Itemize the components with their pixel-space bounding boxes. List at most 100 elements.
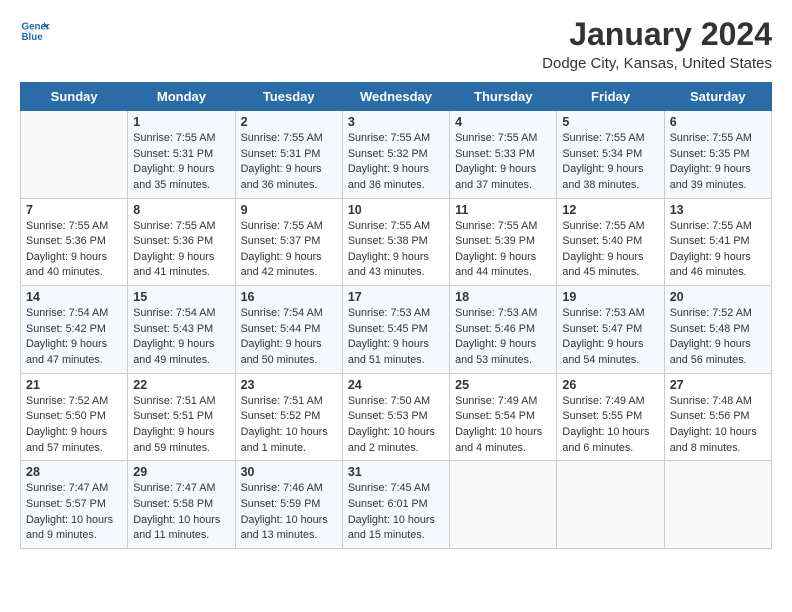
calendar-cell: 13 Sunrise: 7:55 AMSunset: 5:41 PMDayligh… bbox=[664, 198, 771, 286]
day-number: 9 bbox=[241, 203, 337, 217]
day-number: 25 bbox=[455, 378, 551, 392]
calendar-cell: 6Sunrise: 7:55 AMSunset: 5:35 PMDaylight… bbox=[664, 111, 771, 199]
calendar-week-row: 14 Sunrise: 7:54 AMSunset: 5:42 PMDayligh… bbox=[21, 286, 772, 374]
calendar-cell: 18 Sunrise: 7:53 AMSunset: 5:46 PMDayligh… bbox=[450, 286, 557, 374]
day-number: 19 bbox=[562, 290, 658, 304]
day-number: 14 bbox=[26, 290, 122, 304]
day-info: Sunrise: 7:55 AMSunset: 5:36 PMDaylight:… bbox=[26, 219, 122, 282]
day-info: Sunrise: 7:55 AMSunset: 5:35 PMDaylight:… bbox=[670, 131, 766, 194]
calendar-cell: 26Sunrise: 7:49 AMSunset: 5:55 PMDayligh… bbox=[557, 373, 664, 461]
calendar-cell: 14 Sunrise: 7:54 AMSunset: 5:42 PMDayligh… bbox=[21, 286, 128, 374]
day-number: 8 bbox=[133, 203, 229, 217]
calendar-cell: 27 Sunrise: 7:48 AMSunset: 5:56 PMDayligh… bbox=[664, 373, 771, 461]
calendar-table: SundayMondayTuesdayWednesdayThursdayFrid… bbox=[20, 82, 772, 549]
day-info: Sunrise: 7:53 AMSunset: 5:45 PMDaylight:… bbox=[348, 306, 444, 369]
page-title: January 2024 bbox=[542, 16, 772, 53]
calendar-cell: 7 Sunrise: 7:55 AMSunset: 5:36 PMDaylight… bbox=[21, 198, 128, 286]
day-info: Sunrise: 7:48 AMSunset: 5:56 PMDaylight:… bbox=[670, 394, 766, 457]
day-number: 23 bbox=[241, 378, 337, 392]
calendar-body: 1Sunrise: 7:55 AMSunset: 5:31 PMDaylight… bbox=[21, 111, 772, 549]
calendar-week-row: 1Sunrise: 7:55 AMSunset: 5:31 PMDaylight… bbox=[21, 111, 772, 199]
day-number: 13 bbox=[670, 203, 766, 217]
weekday-header-monday: Monday bbox=[128, 83, 235, 111]
weekday-header-wednesday: Wednesday bbox=[342, 83, 449, 111]
day-info: Sunrise: 7:54 AMSunset: 5:42 PMDaylight:… bbox=[26, 306, 122, 369]
day-number: 24 bbox=[348, 378, 444, 392]
day-number: 4 bbox=[455, 115, 551, 129]
day-info: Sunrise: 7:55 AMSunset: 5:32 PMDaylight:… bbox=[348, 131, 444, 194]
logo: General Blue bbox=[20, 16, 50, 46]
weekday-header-sunday: Sunday bbox=[21, 83, 128, 111]
calendar-cell: 16 Sunrise: 7:54 AMSunset: 5:44 PMDayligh… bbox=[235, 286, 342, 374]
calendar-cell bbox=[664, 461, 771, 549]
day-info: Sunrise: 7:45 AMSunset: 6:01 PMDaylight:… bbox=[348, 481, 444, 544]
day-number: 11 bbox=[455, 203, 551, 217]
day-number: 20 bbox=[670, 290, 766, 304]
calendar-cell: 23Sunrise: 7:51 AMSunset: 5:52 PMDayligh… bbox=[235, 373, 342, 461]
day-info: Sunrise: 7:46 AMSunset: 5:59 PMDaylight:… bbox=[241, 481, 337, 544]
day-number: 10 bbox=[348, 203, 444, 217]
day-number: 17 bbox=[348, 290, 444, 304]
calendar-cell: 5 Sunrise: 7:55 AMSunset: 5:34 PMDaylight… bbox=[557, 111, 664, 199]
calendar-cell: 22Sunrise: 7:51 AMSunset: 5:51 PMDayligh… bbox=[128, 373, 235, 461]
calendar-cell: 9 Sunrise: 7:55 AMSunset: 5:37 PMDaylight… bbox=[235, 198, 342, 286]
day-number: 12 bbox=[562, 203, 658, 217]
weekday-header-row: SundayMondayTuesdayWednesdayThursdayFrid… bbox=[21, 83, 772, 111]
calendar-cell: 29Sunrise: 7:47 AMSunset: 5:58 PMDayligh… bbox=[128, 461, 235, 549]
calendar-cell: 31Sunrise: 7:45 AMSunset: 6:01 PMDayligh… bbox=[342, 461, 449, 549]
day-info: Sunrise: 7:54 AMSunset: 5:43 PMDaylight:… bbox=[133, 306, 229, 369]
day-info: Sunrise: 7:49 AMSunset: 5:55 PMDaylight:… bbox=[562, 394, 658, 457]
day-info: Sunrise: 7:55 AMSunset: 5:38 PMDaylight:… bbox=[348, 219, 444, 282]
day-info: Sunrise: 7:55 AMSunset: 5:37 PMDaylight:… bbox=[241, 219, 337, 282]
day-number: 29 bbox=[133, 465, 229, 479]
calendar-cell: 11Sunrise: 7:55 AMSunset: 5:39 PMDayligh… bbox=[450, 198, 557, 286]
day-info: Sunrise: 7:54 AMSunset: 5:44 PMDaylight:… bbox=[241, 306, 337, 369]
calendar-cell: 17 Sunrise: 7:53 AMSunset: 5:45 PMDayligh… bbox=[342, 286, 449, 374]
day-info: Sunrise: 7:55 AMSunset: 5:31 PMDaylight:… bbox=[241, 131, 337, 194]
day-info: Sunrise: 7:52 AMSunset: 5:50 PMDaylight:… bbox=[26, 394, 122, 457]
day-info: Sunrise: 7:52 AMSunset: 5:48 PMDaylight:… bbox=[670, 306, 766, 369]
calendar-cell: 3 Sunrise: 7:55 AMSunset: 5:32 PMDaylight… bbox=[342, 111, 449, 199]
calendar-cell: 10 Sunrise: 7:55 AMSunset: 5:38 PMDayligh… bbox=[342, 198, 449, 286]
day-info: Sunrise: 7:55 AMSunset: 5:34 PMDaylight:… bbox=[562, 131, 658, 194]
calendar-cell: 25 Sunrise: 7:49 AMSunset: 5:54 PMDayligh… bbox=[450, 373, 557, 461]
day-info: Sunrise: 7:50 AMSunset: 5:53 PMDaylight:… bbox=[348, 394, 444, 457]
day-number: 22 bbox=[133, 378, 229, 392]
calendar-cell: 30Sunrise: 7:46 AMSunset: 5:59 PMDayligh… bbox=[235, 461, 342, 549]
day-number: 7 bbox=[26, 203, 122, 217]
svg-text:Blue: Blue bbox=[22, 32, 44, 43]
logo-icon: General Blue bbox=[20, 16, 50, 46]
calendar-cell: 1Sunrise: 7:55 AMSunset: 5:31 PMDaylight… bbox=[128, 111, 235, 199]
day-info: Sunrise: 7:53 AMSunset: 5:47 PMDaylight:… bbox=[562, 306, 658, 369]
title-area: January 2024 Dodge City, Kansas, United … bbox=[542, 16, 772, 72]
calendar-header: SundayMondayTuesdayWednesdayThursdayFrid… bbox=[21, 83, 772, 111]
weekday-header-friday: Friday bbox=[557, 83, 664, 111]
calendar-week-row: 7 Sunrise: 7:55 AMSunset: 5:36 PMDaylight… bbox=[21, 198, 772, 286]
calendar-cell bbox=[450, 461, 557, 549]
day-info: Sunrise: 7:55 AMSunset: 5:33 PMDaylight:… bbox=[455, 131, 551, 194]
day-number: 15 bbox=[133, 290, 229, 304]
day-number: 27 bbox=[670, 378, 766, 392]
day-info: Sunrise: 7:49 AMSunset: 5:54 PMDaylight:… bbox=[455, 394, 551, 457]
calendar-cell: 2Sunrise: 7:55 AMSunset: 5:31 PMDaylight… bbox=[235, 111, 342, 199]
day-info: Sunrise: 7:55 AMSunset: 5:36 PMDaylight:… bbox=[133, 219, 229, 282]
calendar-week-row: 28Sunrise: 7:47 AMSunset: 5:57 PMDayligh… bbox=[21, 461, 772, 549]
calendar-cell: 24 Sunrise: 7:50 AMSunset: 5:53 PMDayligh… bbox=[342, 373, 449, 461]
day-info: Sunrise: 7:55 AMSunset: 5:31 PMDaylight:… bbox=[133, 131, 229, 194]
day-number: 16 bbox=[241, 290, 337, 304]
day-number: 18 bbox=[455, 290, 551, 304]
day-info: Sunrise: 7:55 AMSunset: 5:41 PMDaylight:… bbox=[670, 219, 766, 282]
page-header: General Blue January 2024 Dodge City, Ka… bbox=[20, 16, 772, 72]
calendar-cell: 28Sunrise: 7:47 AMSunset: 5:57 PMDayligh… bbox=[21, 461, 128, 549]
day-number: 5 bbox=[562, 115, 658, 129]
weekday-header-saturday: Saturday bbox=[664, 83, 771, 111]
day-info: Sunrise: 7:55 AMSunset: 5:40 PMDaylight:… bbox=[562, 219, 658, 282]
calendar-cell: 15 Sunrise: 7:54 AMSunset: 5:43 PMDayligh… bbox=[128, 286, 235, 374]
calendar-cell: 21Sunrise: 7:52 AMSunset: 5:50 PMDayligh… bbox=[21, 373, 128, 461]
calendar-cell: 8 Sunrise: 7:55 AMSunset: 5:36 PMDaylight… bbox=[128, 198, 235, 286]
day-info: Sunrise: 7:53 AMSunset: 5:46 PMDaylight:… bbox=[455, 306, 551, 369]
day-number: 3 bbox=[348, 115, 444, 129]
calendar-cell bbox=[21, 111, 128, 199]
calendar-cell bbox=[557, 461, 664, 549]
calendar-cell: 4 Sunrise: 7:55 AMSunset: 5:33 PMDaylight… bbox=[450, 111, 557, 199]
